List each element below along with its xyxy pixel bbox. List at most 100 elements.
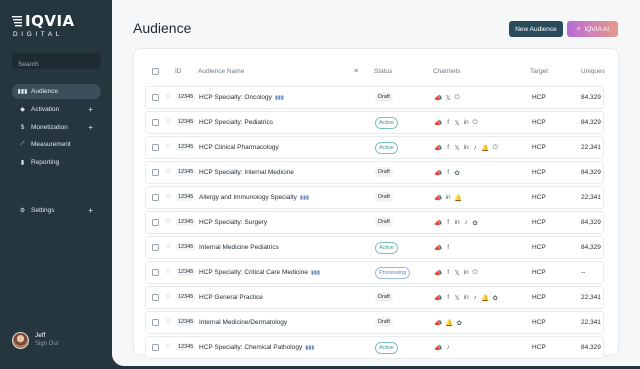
iqvia-ai-label: IQVIA AI (584, 25, 610, 33)
new-audience-button[interactable]: New Audience (509, 21, 563, 37)
audience-name-text: Internal Medicine/Dermatology (199, 319, 288, 326)
audience-name-text: HCP General Practice (199, 294, 263, 301)
col-uniques[interactable]: Uniques (581, 68, 605, 75)
avatar[interactable] (12, 331, 29, 349)
expand-plus-icon[interactable]: + (88, 123, 93, 132)
logo-lines-icon (12, 16, 22, 27)
audience-id: 12345 (176, 268, 196, 276)
table-row[interactable]: ☆ 12345 HCP Clinical Pharmacology Active 📣 f 𝕏… (145, 136, 604, 159)
bell-icon: 🔔 (454, 195, 463, 202)
audience-name[interactable]: HCP Specialty: Pediatrics (199, 119, 273, 126)
audience-name[interactable]: HCP Specialty: Oncology ▮▮▮ (199, 94, 284, 101)
linkedin-icon: in (463, 294, 469, 301)
bell-icon: 🔔 (481, 295, 490, 302)
power-icon: ⏻ (492, 144, 498, 151)
audience-id: 12345 (176, 318, 196, 326)
sidebar-item-audience[interactable]: ▮▮▮ Audience (12, 84, 101, 99)
status-badge: Draft (375, 317, 393, 327)
sidebar-item-monetization[interactable]: $ Monetization + (12, 120, 101, 135)
sidebar-item-settings[interactable]: ⚙ Settings + (12, 203, 101, 218)
table-row[interactable]: ☆ 12345 HCP Specialty: Internal Medicine Dr… (145, 161, 604, 184)
page-title: Audience (133, 20, 192, 36)
sidebar-item-measurement[interactable]: ⟋ Measurement (12, 137, 101, 152)
table-row[interactable]: ☆ 12345 HCP Specialty: Oncology ▮▮▮ Draft 📣 𝕏 ⏻… (145, 86, 604, 109)
audience-name[interactable]: HCP Clinical Pharmacology (199, 144, 279, 151)
row-checkbox[interactable] (152, 119, 159, 126)
bell-icon: 🔔 (481, 145, 490, 152)
iqvia-logo[interactable]: IQVIA DIGITAL (12, 14, 104, 44)
audience-name[interactable]: HCP Specialty: Surgery (199, 219, 267, 226)
table-row[interactable]: ☆ 12345 Internal Medicine/Dermatology Draft… (145, 311, 604, 334)
audience-name[interactable]: HCP Specialty: Critical Care Medicine ▮▮▮ (199, 269, 320, 276)
sidebar-item-activation[interactable]: ◆ Activation + (12, 102, 101, 117)
audience-name[interactable]: HCP General Practice (199, 294, 263, 301)
sidebar-item-reporting[interactable]: ▮ Reporting (12, 155, 101, 170)
star-icon[interactable]: ☆ (165, 192, 171, 200)
expand-plus-icon[interactable]: + (88, 105, 93, 114)
main-content: Audience New Audience ✧ IQVIA AI ID Audi… (112, 0, 640, 366)
audience-name-text: HCP Specialty: Surgery (199, 219, 268, 226)
star-icon[interactable]: ☆ (165, 92, 171, 100)
status-badge: Draft (375, 92, 393, 102)
star-icon[interactable]: ☆ (165, 242, 171, 250)
audience-name[interactable]: HCP Specialty: Internal Medicine (199, 169, 294, 176)
uniques-value: 22,341 (581, 294, 601, 301)
megaphone-icon: 📣 (434, 220, 443, 227)
openai-icon: ✿ (472, 220, 478, 227)
row-checkbox[interactable] (152, 294, 159, 301)
audience-name[interactable]: Internal Medicine/Dermatology (199, 319, 287, 326)
status-badge: Active (375, 342, 398, 354)
col-target[interactable]: Target (530, 68, 548, 75)
star-icon[interactable]: ☆ (165, 267, 171, 275)
sign-out-link[interactable]: Sign Out (35, 340, 58, 349)
search-input[interactable] (12, 56, 101, 73)
row-checkbox[interactable] (152, 319, 159, 326)
channel-icons: 📣 ♪ (434, 344, 451, 352)
table-row[interactable]: ☆ 12345 Allergy and Immunology Specialty ▮▮… (145, 186, 604, 209)
row-checkbox[interactable] (152, 144, 159, 151)
audience-name-text: HCP Clinical Pharmacology (199, 144, 279, 151)
row-checkbox[interactable] (152, 219, 159, 226)
row-checkbox[interactable] (152, 194, 159, 201)
iqvia-ai-button[interactable]: ✧ IQVIA AI (567, 21, 618, 37)
table-row[interactable]: ☆ 12345 HCP Specialty: Critical Care Medic… (145, 261, 604, 284)
row-checkbox[interactable] (152, 94, 159, 101)
row-checkbox[interactable] (152, 169, 159, 176)
column-menu-icon[interactable]: ≡ (354, 68, 358, 75)
col-id[interactable]: ID (175, 68, 182, 75)
row-checkbox[interactable] (152, 244, 159, 251)
table-row[interactable]: ☆ 12345 HCP Specialty: Surgery Draft 📣 f in ♪ ✿ H… (145, 211, 604, 234)
select-all-checkbox[interactable] (152, 68, 159, 75)
uniques-value: 84,329 (581, 344, 601, 351)
linkedin-icon: in (463, 269, 469, 276)
table-row[interactable]: ☆ 12345 HCP General Practice Draft 📣 f 𝕏in ♪ 🔔 ✿ H… (145, 286, 604, 309)
channel-icons: 📣 f 𝕏in ♪ 🔔 ✿ (434, 294, 498, 302)
row-checkbox[interactable] (152, 344, 159, 351)
tiktok-icon: ♪ (446, 344, 450, 351)
star-icon[interactable]: ☆ (165, 117, 171, 125)
facebook-icon: f (447, 244, 449, 251)
table-row[interactable]: ☆ 12345 HCP Specialty: Pediatrics Active 📣 f 𝕏… (145, 111, 604, 134)
user-profile[interactable]: Jeff Sign Out (12, 331, 58, 349)
audience-name[interactable]: Allergy and Immunology Specialty ▮▮▮ (199, 194, 309, 201)
audience-name[interactable]: HCP Specialty: Chemical Pathology ▮▮▮ (199, 344, 314, 351)
audience-name[interactable]: Internal Medicine Pediatrics (199, 244, 279, 251)
activation-icon: ◆ (20, 107, 25, 113)
expand-plus-icon[interactable]: + (88, 206, 93, 215)
star-icon[interactable]: ☆ (165, 292, 171, 300)
star-icon[interactable]: ☆ (165, 217, 171, 225)
search-box[interactable] (12, 53, 101, 73)
star-icon[interactable]: ☆ (165, 317, 171, 325)
audience-id: 12345 (176, 243, 196, 251)
col-channels[interactable]: Channels (433, 68, 460, 75)
table-row[interactable]: ☆ 12345 HCP Specialty: Chemical Pathology ▮… (145, 336, 604, 359)
star-icon[interactable]: ☆ (165, 167, 171, 175)
target-value: HCP (532, 119, 546, 126)
row-checkbox[interactable] (152, 269, 159, 276)
channel-icons: 📣 🔔 ✿ (434, 319, 462, 327)
col-status[interactable]: Status (374, 68, 392, 75)
star-icon[interactable]: ☆ (165, 342, 171, 350)
star-icon[interactable]: ☆ (165, 142, 171, 150)
col-audience-name[interactable]: Audience Name (198, 68, 244, 75)
table-row[interactable]: ☆ 12345 Internal Medicine Pediatrics Active… (145, 236, 604, 259)
